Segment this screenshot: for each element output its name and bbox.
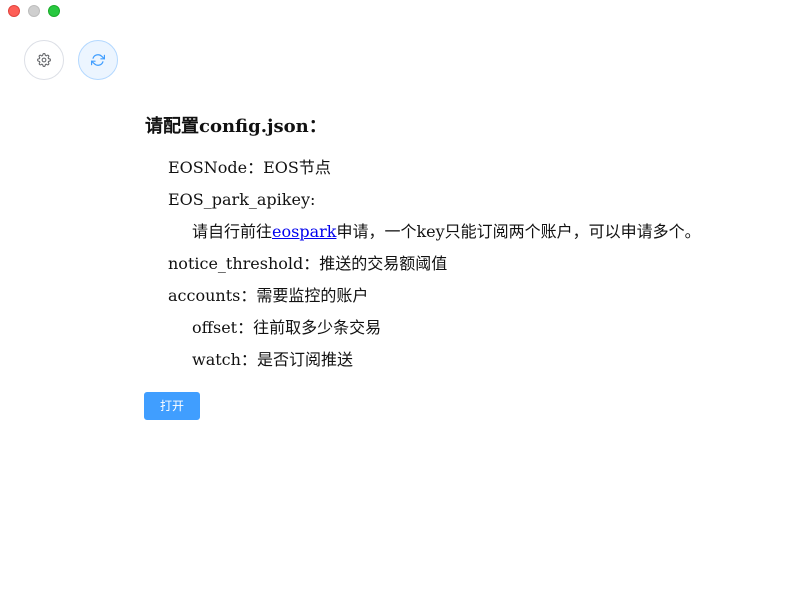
accounts-key: accounts： xyxy=(168,286,257,305)
watch-row: watch：是否订阅推送 xyxy=(145,344,765,376)
apikey-row: EOS_park_apikey: xyxy=(145,184,765,216)
config-instructions: 请配置config.json： EOSNode：EOS节点 EOS_park_a… xyxy=(145,114,765,376)
maximize-window-button[interactable] xyxy=(48,5,60,17)
offset-desc: 往前取多少条交易 xyxy=(253,318,382,337)
threshold-key: notice_threshold： xyxy=(168,254,320,273)
app-window: 请配置config.json： EOSNode：EOS节点 EOS_park_a… xyxy=(0,0,800,600)
accounts-row: accounts：需要监控的账户 xyxy=(145,280,765,312)
config-heading: 请配置config.json： xyxy=(145,116,327,137)
apikey-desc-suffix: 申请，一个key只能订阅两个账户，可以申请多个。 xyxy=(336,222,701,241)
eospark-link[interactable]: eospark xyxy=(272,222,336,241)
watch-key: watch： xyxy=(192,350,257,369)
eos-node-row: EOSNode：EOS节点 xyxy=(145,152,765,184)
watch-desc: 是否订阅推送 xyxy=(256,350,353,369)
open-button[interactable]: 打开 xyxy=(144,392,200,420)
minimize-window-button[interactable] xyxy=(28,5,40,17)
eos-node-desc: EOS节点 xyxy=(263,158,331,177)
eos-node-key: EOSNode： xyxy=(168,158,264,177)
window-controls xyxy=(8,5,60,17)
refresh-button[interactable] xyxy=(78,40,118,80)
offset-row: offset：往前取多少条交易 xyxy=(145,312,765,344)
apikey-desc-row: 请自行前往eospark申请，一个key只能订阅两个账户，可以申请多个。 xyxy=(145,216,765,248)
apikey-desc-prefix: 请自行前往 xyxy=(192,222,273,241)
threshold-desc: 推送的交易额阈值 xyxy=(319,254,448,273)
offset-key: offset： xyxy=(192,318,254,337)
settings-button[interactable] xyxy=(24,40,64,80)
gear-icon xyxy=(37,53,51,67)
refresh-icon xyxy=(91,54,105,66)
close-window-button[interactable] xyxy=(8,5,20,17)
threshold-row: notice_threshold：推送的交易额阈值 xyxy=(145,248,765,280)
apikey-key: EOS_park_apikey: xyxy=(168,190,316,209)
accounts-desc: 需要监控的账户 xyxy=(256,286,369,305)
